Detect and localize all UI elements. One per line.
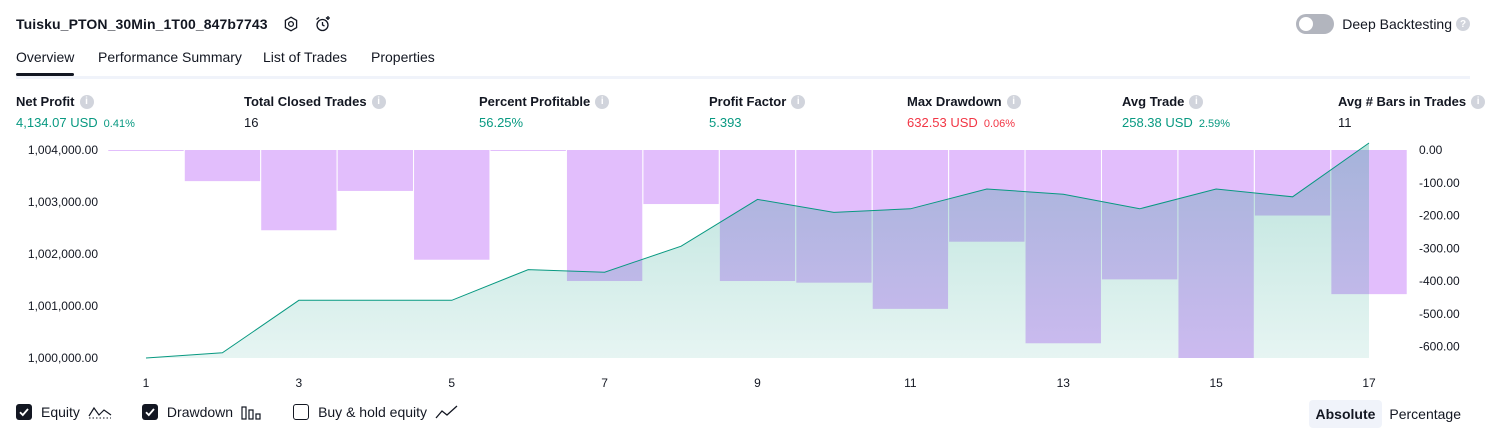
- right-axis-tick-label: -600.00: [1419, 340, 1460, 354]
- x-axis-tick-label: 1: [143, 376, 150, 390]
- deep-backtesting: Deep Backtesting ?: [1296, 13, 1470, 35]
- drawdown-bars-icon: [241, 404, 263, 420]
- info-icon[interactable]: i: [1471, 94, 1486, 109]
- info-icon[interactable]: i: [791, 94, 806, 109]
- x-axis-tick-label: 9: [754, 376, 761, 390]
- right-axis-tick-label: -100.00: [1419, 176, 1460, 190]
- x-axis-tick-label: 11: [904, 376, 917, 390]
- metric-label: Avg Trade: [1122, 94, 1185, 109]
- info-icon[interactable]: i: [1189, 94, 1204, 109]
- absolute-button[interactable]: Absolute: [1308, 400, 1383, 428]
- x-axis-tick-label: 17: [1362, 376, 1376, 390]
- drawdown-bar: [566, 150, 643, 282]
- deep-backtesting-label: Deep Backtesting: [1342, 16, 1452, 32]
- deep-backtesting-toggle[interactable]: [1296, 14, 1335, 34]
- legend-buy-hold-equity[interactable]: Buy & hold equity: [293, 404, 459, 420]
- tab-list-of-trades[interactable]: List of Trades: [263, 49, 347, 65]
- metric-avg-bars-in-trades: Avg # Bars in Trades i 11: [1338, 94, 1486, 130]
- metric-label: Avg # Bars in Trades: [1338, 94, 1467, 109]
- right-axis-tick-label: -500.00: [1419, 307, 1460, 321]
- drawdown-bar: [184, 150, 261, 182]
- metric-value: 632.53 USD: [907, 115, 978, 130]
- metric-avg-trade: Avg Trade i 258.38 USD 2.59%: [1122, 94, 1230, 130]
- equity-drawdown-chart[interactable]: 1,004,000.00 1,003,000.00 1,002,000.00 1,00…: [0, 140, 1486, 400]
- legend-label: Equity: [41, 404, 80, 420]
- gear-icon[interactable]: [282, 15, 300, 33]
- metric-value: 11: [1338, 115, 1352, 130]
- right-axis-tick-label: -400.00: [1419, 274, 1460, 288]
- legend-drawdown[interactable]: Drawdown: [141, 404, 263, 420]
- tab-performance-summary[interactable]: Performance Summary: [98, 49, 242, 65]
- metric-max-drawdown: Max Drawdown i 632.53 USD 0.06%: [907, 94, 1021, 130]
- toggle-knob: [1299, 17, 1314, 31]
- metric-label: Net Profit: [16, 94, 75, 109]
- question-icon[interactable]: ?: [1456, 17, 1470, 31]
- strategy-title: Tuisku_PTON_30Min_1T00_847b7743: [16, 16, 268, 32]
- chart-legend: Equity Drawdown Buy & hold equity: [16, 404, 489, 420]
- x-axis-tick-label: 3: [296, 376, 303, 390]
- strategy-header: Tuisku_PTON_30Min_1T00_847b7743: [16, 13, 332, 35]
- metric-value: 5.393: [709, 115, 742, 130]
- right-axis-tick-label: 0.00: [1419, 143, 1443, 157]
- drawdown-bar: [490, 150, 566, 151]
- metric-value: 16: [244, 115, 259, 130]
- info-icon[interactable]: i: [79, 94, 94, 109]
- left-axis-tick-label: 1,003,000.00: [28, 195, 98, 209]
- x-axis-tick-label: 7: [601, 376, 608, 390]
- legend-label: Buy & hold equity: [318, 404, 428, 420]
- left-axis-tick-label: 1,004,000.00: [28, 143, 98, 157]
- info-icon[interactable]: i: [595, 94, 610, 109]
- metric-percent: 2.59%: [1198, 118, 1231, 130]
- metric-label: Total Closed Trades: [244, 94, 367, 109]
- metric-percent: 0.06%: [983, 118, 1016, 130]
- left-axis-tick-label: 1,002,000.00: [28, 247, 98, 261]
- drawdown-bar: [643, 150, 719, 205]
- equity-checkbox[interactable]: [16, 404, 32, 420]
- x-axis-tick-label: 5: [448, 376, 455, 390]
- tab-properties[interactable]: Properties: [371, 49, 435, 65]
- drawdown-bar: [108, 150, 184, 151]
- drawdown-checkbox[interactable]: [141, 404, 158, 420]
- metric-total-closed-trades: Total Closed Trades i 16: [244, 94, 386, 130]
- metric-value: 56.25%: [479, 115, 524, 130]
- buy-hold-line-icon: [435, 404, 459, 420]
- metric-value: 258.38 USD: [1122, 115, 1193, 130]
- add-alert-clock-icon[interactable]: [314, 15, 332, 33]
- metric-percent: 0.41%: [103, 118, 135, 130]
- legend-equity[interactable]: Equity: [16, 404, 112, 420]
- buy-hold-checkbox[interactable]: [293, 404, 310, 420]
- scale-mode-switch: Absolute Percentage: [1308, 400, 1469, 428]
- drawdown-bar: [337, 150, 414, 191]
- metric-label: Percent Profitable: [479, 94, 591, 109]
- metric-percent-profitable: Percent Profitable i 56.25%: [479, 94, 610, 130]
- info-icon[interactable]: i: [371, 94, 386, 109]
- left-axis-tick-label: 1,000,000.00: [28, 351, 98, 365]
- percentage-button[interactable]: Percentage: [1382, 400, 1468, 428]
- info-icon[interactable]: i: [1006, 94, 1021, 109]
- drawdown-bar: [261, 150, 337, 231]
- equity-line-icon: [88, 404, 112, 420]
- metric-label: Profit Factor: [709, 94, 787, 109]
- drawdown-bar: [414, 150, 490, 260]
- tab-bar: Overview Performance Summary List of Tra…: [16, 46, 1470, 79]
- metric-profit-factor: Profit Factor i 5.393: [709, 94, 806, 130]
- metric-label: Max Drawdown: [907, 94, 1002, 109]
- tab-overview[interactable]: Overview: [16, 49, 75, 76]
- right-axis-tick-label: -200.00: [1419, 209, 1460, 223]
- x-axis-tick-label: 15: [1209, 376, 1223, 390]
- x-axis-tick-label: 13: [1057, 376, 1071, 390]
- right-axis-tick-label: -300.00: [1419, 241, 1460, 255]
- metric-value: 4,134.07 USD: [16, 115, 98, 130]
- metric-net-profit: Net Profit i 4,134.07 USD 0.41%: [16, 94, 135, 130]
- legend-label: Drawdown: [166, 404, 234, 420]
- left-axis-tick-label: 1,001,000.00: [28, 299, 98, 313]
